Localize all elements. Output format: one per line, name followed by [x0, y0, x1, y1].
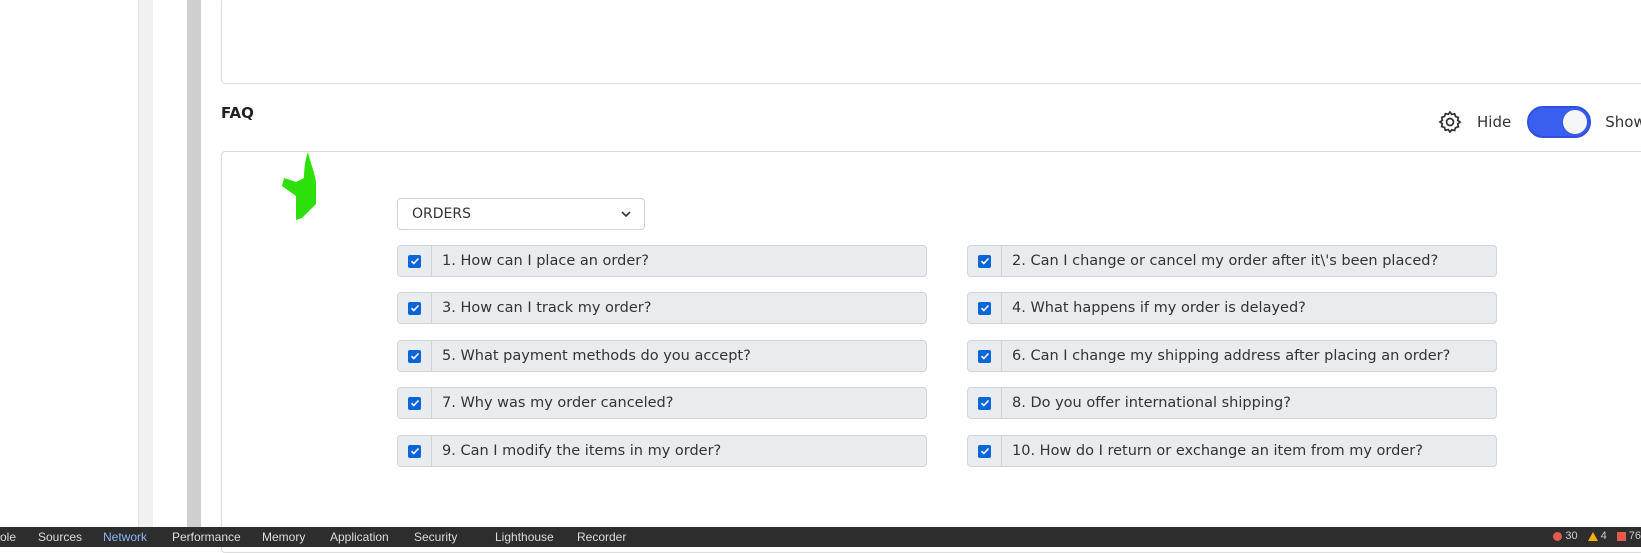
devtools-tab-security[interactable]: Security: [414, 530, 457, 544]
devtools-tab-performance[interactable]: Performance: [172, 530, 241, 544]
faq-checkbox[interactable]: [968, 341, 1002, 371]
warning-count: 4: [1587, 530, 1607, 542]
faq-question: 5. What payment methods do you accept?: [442, 348, 751, 364]
check-icon: [408, 444, 421, 458]
devtools-tab-network[interactable]: Network: [103, 530, 147, 544]
devtools-tab-recorder[interactable]: Recorder: [577, 530, 626, 544]
faq-question: 6. Can I change my shipping address afte…: [1012, 348, 1451, 364]
faq-item[interactable]: 8. Do you offer international shipping?: [967, 387, 1497, 419]
faq-item[interactable]: 3. How can I track my order?: [397, 292, 927, 324]
scrollbar[interactable]: [187, 0, 201, 527]
check-icon: [978, 396, 991, 410]
faq-panel: ORDERS 1. How can I place an order? 2. C…: [221, 151, 1641, 553]
devtools-tab-lighthouse[interactable]: Lighthouse: [495, 530, 554, 544]
faq-item[interactable]: 10. How do I return or exchange an item …: [967, 435, 1497, 467]
check-icon: [978, 254, 991, 268]
faq-item[interactable]: 9. Can I modify the items in my order?: [397, 435, 927, 467]
left-pane: [0, 0, 138, 527]
check-icon: [978, 444, 991, 458]
chevron-down-icon: [621, 211, 631, 218]
check-icon: [408, 349, 421, 363]
faq-question: 8. Do you offer international shipping?: [1012, 395, 1291, 411]
faq-item[interactable]: 7. Why was my order canceled?: [397, 387, 927, 419]
warning-icon: [1587, 531, 1598, 541]
check-icon: [978, 301, 991, 315]
devtools-bar: ole Sources Network Performance Memory A…: [0, 527, 1641, 547]
faq-item[interactable]: 4. What happens if my order is delayed?: [967, 292, 1497, 324]
error-icon: [1553, 531, 1563, 541]
faq-item[interactable]: 6. Can I change my shipping address afte…: [967, 340, 1497, 372]
previous-section-box: [221, 0, 1641, 84]
faq-question: 7. Why was my order canceled?: [442, 395, 674, 411]
hide-label: Hide: [1477, 113, 1512, 131]
faq-question: 4. What happens if my order is delayed?: [1012, 300, 1306, 316]
error-count: 30: [1553, 530, 1578, 542]
check-icon: [978, 349, 991, 363]
faq-item[interactable]: 2. Can I change or cancel my order after…: [967, 245, 1497, 277]
error-count-value: 30: [1565, 530, 1578, 542]
check-icon: [408, 396, 421, 410]
devtools-tab-application[interactable]: Application: [330, 530, 389, 544]
category-select-value: ORDERS: [412, 206, 471, 222]
faq-checkbox[interactable]: [398, 246, 432, 276]
show-hide-toggle[interactable]: [1527, 106, 1592, 138]
issue-count: 76: [1616, 530, 1641, 542]
devtools-tab-sources[interactable]: Sources: [38, 530, 82, 544]
faq-checkbox[interactable]: [968, 246, 1002, 276]
gear-icon[interactable]: [1437, 109, 1463, 135]
devtools-tab-console[interactable]: ole: [0, 530, 16, 544]
check-icon: [408, 301, 421, 315]
faq-question: 9. Can I modify the items in my order?: [442, 443, 722, 459]
annotation-arrow-icon: [282, 152, 316, 220]
faq-checkbox[interactable]: [398, 436, 432, 466]
faq-title: FAQ: [221, 104, 254, 122]
toggle-knob: [1563, 110, 1588, 134]
faq-checkbox[interactable]: [968, 436, 1002, 466]
faq-checkbox[interactable]: [398, 341, 432, 371]
faq-controls: Hide Show: [1437, 106, 1641, 138]
faq-checkbox[interactable]: [968, 293, 1002, 323]
issue-count-value: 76: [1628, 530, 1641, 542]
check-icon: [408, 254, 421, 268]
faq-checkbox[interactable]: [398, 388, 432, 418]
faq-question: 2. Can I change or cancel my order after…: [1012, 253, 1439, 269]
devtools-tab-memory[interactable]: Memory: [262, 530, 305, 544]
warning-count-value: 4: [1600, 530, 1607, 542]
faq-item[interactable]: 5. What payment methods do you accept?: [397, 340, 927, 372]
content-area: FAQ Hide Show ORDERS 1. How can I place …: [201, 0, 1641, 553]
devtools-status[interactable]: 30 4 76: [1553, 530, 1641, 542]
faq-question: 1. How can I place an order?: [442, 253, 649, 269]
gutter: [153, 0, 187, 527]
faq-question: 3. How can I track my order?: [442, 300, 652, 316]
category-select[interactable]: ORDERS: [397, 198, 645, 230]
faq-item[interactable]: 1. How can I place an order?: [397, 245, 927, 277]
faq-checkbox[interactable]: [398, 293, 432, 323]
issue-icon: [1616, 531, 1626, 541]
faq-checkbox[interactable]: [968, 388, 1002, 418]
faq-question: 10. How do I return or exchange an item …: [1012, 443, 1423, 459]
show-label: Show: [1605, 113, 1641, 131]
